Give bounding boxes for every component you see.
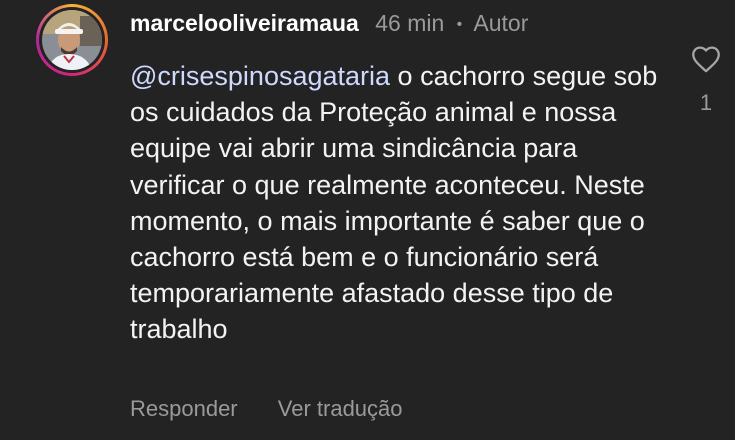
comment-text: o cachorro segue sob os cuidados da Prot… <box>130 61 658 345</box>
comment-header: marcelooliveiramaua 46 min • Autor <box>130 8 528 40</box>
translate-button[interactable]: Ver tradução <box>278 396 403 421</box>
reply-button[interactable]: Responder <box>130 396 238 421</box>
avatar-story-ring[interactable] <box>36 4 108 76</box>
mention-link[interactable]: @crisespinosagataria <box>130 61 390 91</box>
comment-time: 46 min <box>375 10 445 36</box>
avatar <box>42 10 102 70</box>
like-count: 1 <box>699 90 713 115</box>
comment-body: @crisespinosagataria o cachorro segue so… <box>130 58 670 348</box>
separator-dot: • <box>456 16 463 33</box>
heart-icon[interactable] <box>688 42 724 76</box>
username-link[interactable]: marcelooliveiramaua <box>130 10 359 36</box>
avatar-inner <box>39 7 105 73</box>
author-badge: Autor <box>473 10 529 36</box>
comment-actions: Responder Ver tradução <box>130 396 437 422</box>
